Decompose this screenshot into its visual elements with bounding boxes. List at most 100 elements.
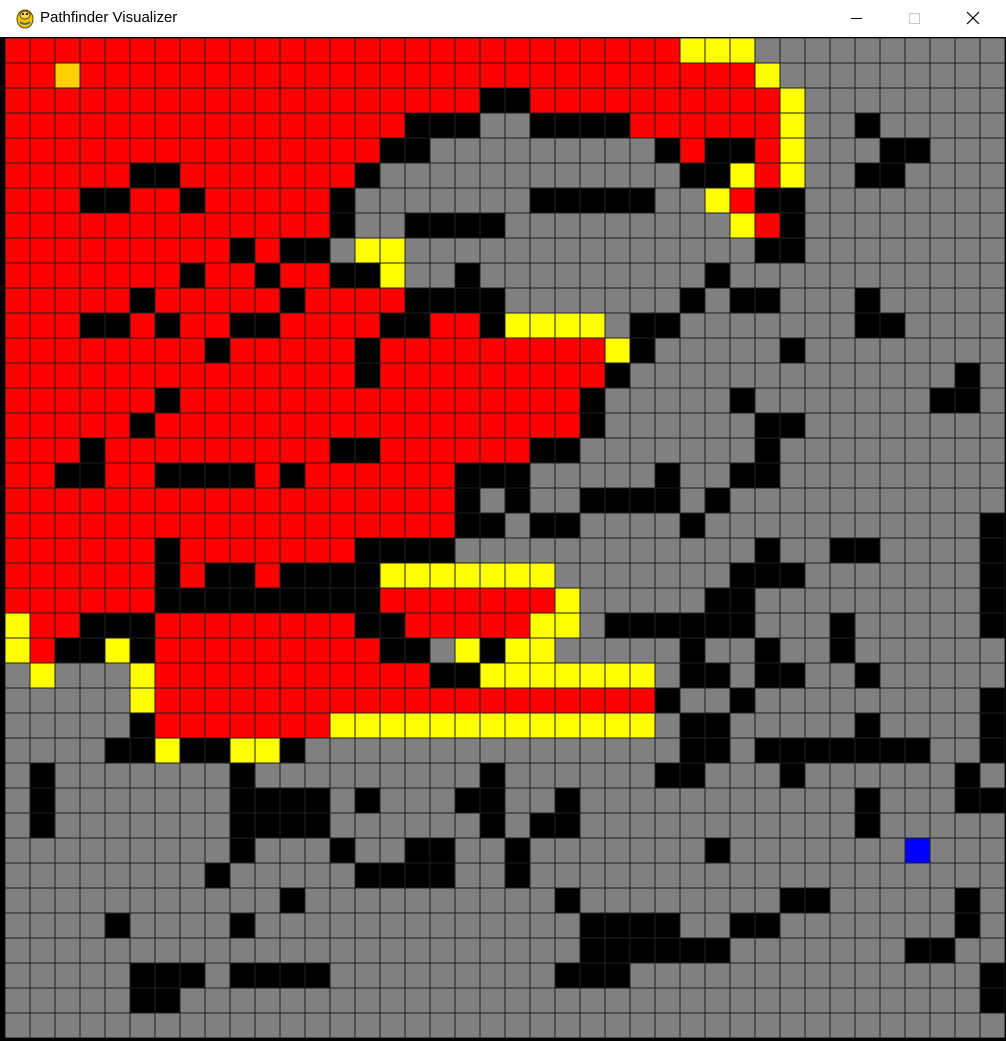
grid-cell-closed[interactable] <box>380 388 405 413</box>
grid-cell-closed[interactable] <box>5 63 30 88</box>
grid-cell-barrier[interactable] <box>680 513 705 538</box>
grid-cell-open[interactable] <box>705 188 730 213</box>
grid-cell-unvisited[interactable] <box>730 963 755 988</box>
grid-cell-unvisited[interactable] <box>905 888 930 913</box>
grid-cell-unvisited[interactable] <box>905 413 930 438</box>
grid-cell-closed[interactable] <box>130 463 155 488</box>
grid-cell-unvisited[interactable] <box>680 588 705 613</box>
grid-cell-closed[interactable] <box>305 463 330 488</box>
grid-cell-barrier[interactable] <box>580 913 605 938</box>
grid-cell-open[interactable] <box>555 613 580 638</box>
grid-cell-unvisited[interactable] <box>930 113 955 138</box>
grid-cell-unvisited[interactable] <box>655 638 680 663</box>
grid-cell-unvisited[interactable] <box>55 1013 80 1038</box>
grid-cell-unvisited[interactable] <box>555 1013 580 1038</box>
grid-cell-unvisited[interactable] <box>955 563 980 588</box>
grid-cell-closed[interactable] <box>180 63 205 88</box>
grid-cell-unvisited[interactable] <box>855 888 880 913</box>
grid-cell-unvisited[interactable] <box>205 988 230 1013</box>
grid-cell-open[interactable] <box>530 563 555 588</box>
grid-cell-closed[interactable] <box>180 563 205 588</box>
grid-cell-barrier[interactable] <box>80 438 105 463</box>
grid-cell-barrier[interactable] <box>755 663 780 688</box>
grid-cell-barrier[interactable] <box>105 613 130 638</box>
grid-cell-unvisited[interactable] <box>255 988 280 1013</box>
grid-cell-unvisited[interactable] <box>705 863 730 888</box>
grid-cell-unvisited[interactable] <box>555 488 580 513</box>
grid-cell-unvisited[interactable] <box>830 413 855 438</box>
grid-cell-unvisited[interactable] <box>755 588 780 613</box>
grid-cell-unvisited[interactable] <box>330 238 355 263</box>
grid-cell-unvisited[interactable] <box>980 463 1005 488</box>
grid-cell-unvisited[interactable] <box>480 963 505 988</box>
grid-cell-unvisited[interactable] <box>630 738 655 763</box>
maximize-button[interactable] <box>891 0 937 37</box>
grid-cell-barrier[interactable] <box>205 588 230 613</box>
grid-cell-unvisited[interactable] <box>630 263 655 288</box>
grid-cell-unvisited[interactable] <box>755 313 780 338</box>
grid-cell-unvisited[interactable] <box>655 263 680 288</box>
grid-cell-unvisited[interactable] <box>405 1013 430 1038</box>
grid-cell-barrier[interactable] <box>180 738 205 763</box>
grid-cell-closed[interactable] <box>505 63 530 88</box>
grid-cell-barrier[interactable] <box>755 288 780 313</box>
grid-cell-unvisited[interactable] <box>30 688 55 713</box>
grid-cell-unvisited[interactable] <box>805 188 830 213</box>
grid-cell-closed[interactable] <box>480 38 505 63</box>
grid-cell-end[interactable] <box>905 838 930 863</box>
grid-cell-closed[interactable] <box>80 563 105 588</box>
grid-cell-closed[interactable] <box>230 638 255 663</box>
grid-cell-barrier[interactable] <box>705 613 730 638</box>
grid-cell-unvisited[interactable] <box>730 713 755 738</box>
grid-cell-unvisited[interactable] <box>55 888 80 913</box>
grid-cell-open[interactable] <box>780 138 805 163</box>
grid-cell-barrier[interactable] <box>830 538 855 563</box>
grid-cell-unvisited[interactable] <box>655 538 680 563</box>
grid-cell-closed[interactable] <box>55 488 80 513</box>
grid-cell-unvisited[interactable] <box>830 763 855 788</box>
grid-cell-unvisited[interactable] <box>630 813 655 838</box>
grid-cell-barrier[interactable] <box>130 638 155 663</box>
grid-cell-unvisited[interactable] <box>380 788 405 813</box>
grid-cell-unvisited[interactable] <box>255 838 280 863</box>
grid-cell-unvisited[interactable] <box>605 288 630 313</box>
grid-cell-unvisited[interactable] <box>680 563 705 588</box>
grid-cell-unvisited[interactable] <box>455 163 480 188</box>
grid-cell-unvisited[interactable] <box>280 763 305 788</box>
grid-cell-barrier[interactable] <box>730 913 755 938</box>
grid-cell-closed[interactable] <box>330 363 355 388</box>
grid-cell-unvisited[interactable] <box>980 313 1005 338</box>
grid-cell-unvisited[interactable] <box>105 838 130 863</box>
grid-cell-unvisited[interactable] <box>905 463 930 488</box>
grid-cell-unvisited[interactable] <box>855 588 880 613</box>
grid-cell-unvisited[interactable] <box>905 763 930 788</box>
grid-cell-open[interactable] <box>530 713 555 738</box>
grid-cell-unvisited[interactable] <box>880 88 905 113</box>
grid-cell-unvisited[interactable] <box>730 238 755 263</box>
grid-cell-unvisited[interactable] <box>605 413 630 438</box>
grid-cell-unvisited[interactable] <box>80 813 105 838</box>
grid-cell-unvisited[interactable] <box>380 188 405 213</box>
grid-cell-closed[interactable] <box>355 113 380 138</box>
grid-cell-unvisited[interactable] <box>880 988 905 1013</box>
grid-cell-unvisited[interactable] <box>955 963 980 988</box>
grid-cell-closed[interactable] <box>105 463 130 488</box>
grid-cell-closed[interactable] <box>80 588 105 613</box>
grid-cell-closed[interactable] <box>380 688 405 713</box>
grid-cell-closed[interactable] <box>280 188 305 213</box>
grid-cell-unvisited[interactable] <box>55 788 80 813</box>
grid-cell-unvisited[interactable] <box>605 888 630 913</box>
grid-cell-unvisited[interactable] <box>255 913 280 938</box>
grid-cell-unvisited[interactable] <box>830 63 855 88</box>
grid-cell-closed[interactable] <box>130 363 155 388</box>
grid-cell-closed[interactable] <box>5 363 30 388</box>
grid-cell-unvisited[interactable] <box>80 713 105 738</box>
grid-cell-unvisited[interactable] <box>230 1013 255 1038</box>
grid-cell-barrier[interactable] <box>605 938 630 963</box>
grid-cell-unvisited[interactable] <box>980 938 1005 963</box>
grid-cell-unvisited[interactable] <box>280 988 305 1013</box>
grid-cell-unvisited[interactable] <box>555 638 580 663</box>
grid-cell-closed[interactable] <box>555 88 580 113</box>
grid-cell-barrier[interactable] <box>755 913 780 938</box>
grid-cell-unvisited[interactable] <box>980 763 1005 788</box>
